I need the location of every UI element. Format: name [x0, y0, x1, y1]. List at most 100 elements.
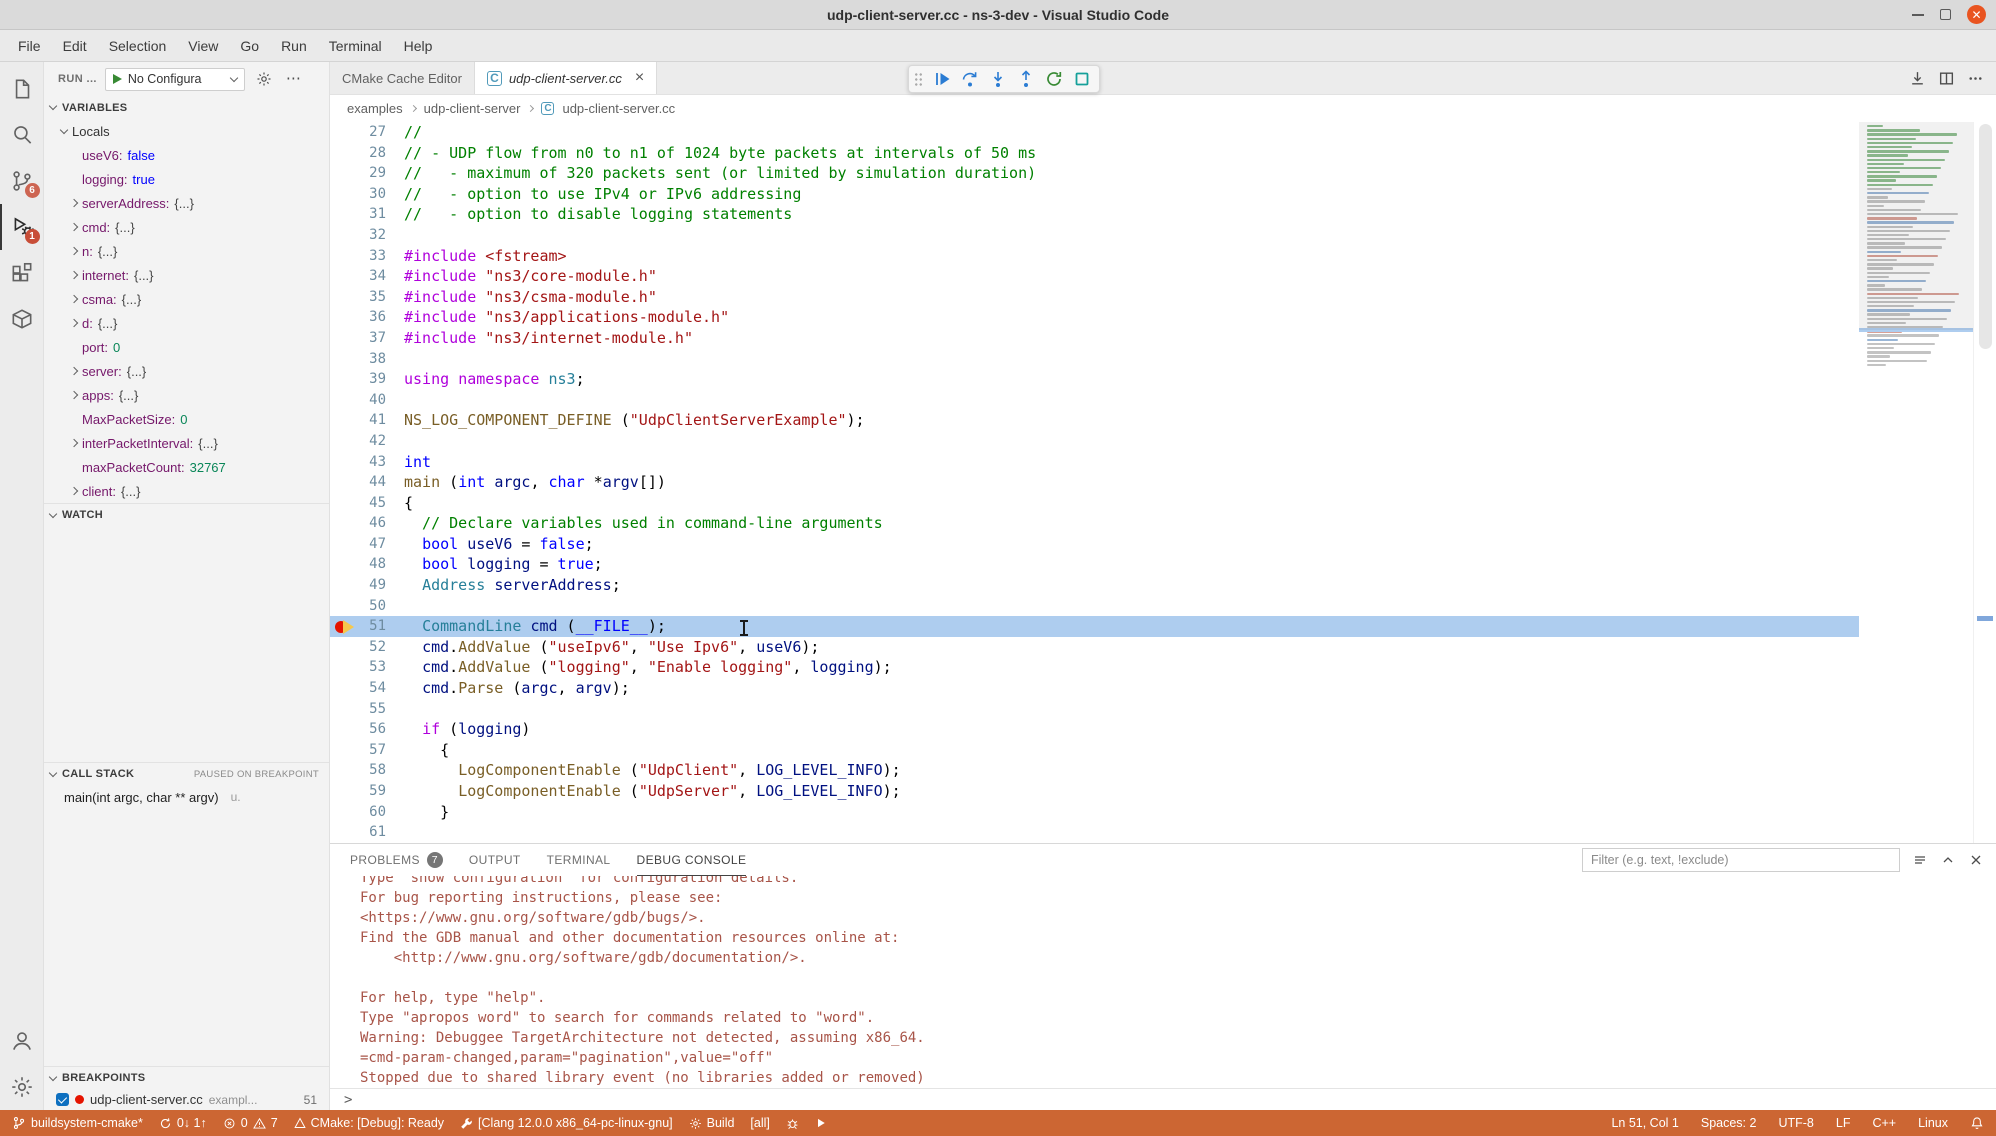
panel-tab-output[interactable]: OUTPUT — [469, 844, 521, 876]
menu-run[interactable]: Run — [271, 33, 317, 59]
code-line-61[interactable]: 61 — [330, 822, 1859, 843]
cmake-debug-button[interactable] — [786, 1117, 799, 1130]
step-over-button[interactable] — [957, 67, 982, 91]
encoding-status[interactable]: UTF-8 — [1778, 1116, 1813, 1130]
cursor-position-status[interactable]: Ln 51, Col 1 — [1611, 1116, 1678, 1130]
code-line-41[interactable]: 41NS_LOG_COMPONENT_DEFINE ("UdpClientSer… — [330, 410, 1859, 431]
close-tab-icon[interactable]: × — [635, 70, 644, 86]
language-mode-status[interactable]: C++ — [1872, 1116, 1896, 1130]
close-panel-icon[interactable] — [1968, 852, 1984, 868]
code-line-45[interactable]: 45{ — [330, 493, 1859, 514]
minimap[interactable] — [1859, 122, 1973, 843]
debug-console-input[interactable]: > — [330, 1088, 1996, 1110]
panel-tab-debug-console[interactable]: DEBUG CONSOLE — [637, 844, 747, 876]
more-actions-icon[interactable] — [1967, 70, 1984, 87]
menu-help[interactable]: Help — [394, 33, 443, 59]
problems-status[interactable]: 0 7 — [223, 1116, 278, 1130]
start-debug-icon[interactable] — [113, 74, 122, 84]
code-line-48[interactable]: 48 bool logging = true; — [330, 554, 1859, 575]
code-line-51[interactable]: 51 CommandLine cmd (__FILE__); — [330, 616, 1859, 637]
eol-status[interactable]: LF — [1836, 1116, 1851, 1130]
variable-row-MaxPacketSize[interactable]: MaxPacketSize:0 — [54, 407, 329, 431]
code-line-59[interactable]: 59 LogComponentEnable ("UdpServer", LOG_… — [330, 781, 1859, 802]
variable-row-maxPacketCount[interactable]: maxPacketCount:32767 — [54, 455, 329, 479]
menu-go[interactable]: Go — [230, 33, 269, 59]
variable-row-port[interactable]: port:0 — [54, 335, 329, 359]
code-line-56[interactable]: 56 if (logging) — [330, 719, 1859, 740]
variable-row-internet[interactable]: internet:{...} — [54, 263, 329, 287]
debug-config-dropdown[interactable]: No Configura — [105, 68, 245, 91]
breadcrumb-item[interactable]: udp-client-server — [424, 101, 521, 116]
git-sync-status[interactable]: 0↓ 1↑ — [159, 1116, 207, 1130]
code-line-50[interactable]: 50 — [330, 596, 1859, 617]
accounts-icon[interactable] — [0, 1018, 44, 1064]
maximize-icon[interactable] — [1940, 9, 1951, 20]
code-line-28[interactable]: 28// - UDP flow from n0 to n1 of 1024 by… — [330, 143, 1859, 164]
debug-console[interactable]: Type "show configuration" for configurat… — [330, 876, 1996, 1088]
variable-row-serverAddress[interactable]: serverAddress:{...} — [54, 191, 329, 215]
menu-edit[interactable]: Edit — [53, 33, 97, 59]
watch-section-header[interactable]: WATCH — [44, 503, 329, 526]
code-line-44[interactable]: 44main (int argc, char *argv[]) — [330, 472, 1859, 493]
code-line-40[interactable]: 40 — [330, 390, 1859, 411]
scrollbar-thumb[interactable] — [1979, 124, 1992, 349]
code-line-54[interactable]: 54 cmd.Parse (argc, argv); — [330, 678, 1859, 699]
code-line-27[interactable]: 27// — [330, 122, 1859, 143]
git-branch-status[interactable]: buildsystem-cmake* — [12, 1116, 143, 1130]
stop-button[interactable] — [1069, 67, 1094, 91]
code-line-36[interactable]: 36#include "ns3/applications-module.h" — [330, 307, 1859, 328]
code-line-30[interactable]: 30// - option to use IPv4 or IPv6 addres… — [330, 184, 1859, 205]
vertical-scrollbar[interactable] — [1973, 122, 1996, 843]
code-line-47[interactable]: 47 bool useV6 = false; — [330, 534, 1859, 555]
panel-tab-terminal[interactable]: TERMINAL — [547, 844, 611, 876]
code-line-57[interactable]: 57 { — [330, 740, 1859, 761]
tab-cmake-cache-editor[interactable]: CMake Cache Editor — [330, 62, 475, 94]
indentation-status[interactable]: Spaces: 2 — [1701, 1116, 1757, 1130]
code-line-58[interactable]: 58 LogComponentEnable ("UdpClient", LOG_… — [330, 760, 1859, 781]
menu-file[interactable]: File — [8, 33, 51, 59]
variable-row-apps[interactable]: apps:{...} — [54, 383, 329, 407]
variable-row-csma[interactable]: csma:{...} — [54, 287, 329, 311]
variable-row-interPacketInterval[interactable]: interPacketInterval:{...} — [54, 431, 329, 455]
step-into-button[interactable] — [985, 67, 1010, 91]
code-line-60[interactable]: 60 } — [330, 802, 1859, 823]
download-icon[interactable] — [1909, 70, 1926, 87]
code-line-46[interactable]: 46 // Declare variables used in command-… — [330, 513, 1859, 534]
cmake-kit-status[interactable]: [Clang 12.0.0 x86_64-pc-linux-gnu] — [460, 1116, 673, 1130]
extensions-icon[interactable] — [0, 250, 44, 296]
tab-udp-client-server[interactable]: C udp-client-server.cc × — [475, 62, 657, 94]
code-line-55[interactable]: 55 — [330, 699, 1859, 720]
breadcrumb-item[interactable]: udp-client-server.cc — [562, 101, 675, 116]
cmake-status[interactable]: CMake: [Debug]: Ready — [294, 1116, 444, 1130]
maximize-panel-icon[interactable] — [1940, 852, 1956, 868]
code-line-35[interactable]: 35#include "ns3/csma-module.h" — [330, 287, 1859, 308]
code-line-52[interactable]: 52 cmd.AddValue ("useIpv6", "Use Ipv6", … — [330, 637, 1859, 658]
code-line-43[interactable]: 43int — [330, 452, 1859, 473]
os-status[interactable]: Linux — [1918, 1116, 1948, 1130]
variables-section-header[interactable]: VARIABLES — [44, 96, 329, 119]
code-line-39[interactable]: 39using namespace ns3; — [330, 369, 1859, 390]
split-editor-icon[interactable] — [1938, 70, 1955, 87]
package-icon[interactable] — [0, 296, 44, 342]
code-line-37[interactable]: 37#include "ns3/internet-module.h" — [330, 328, 1859, 349]
locals-scope-row[interactable]: Locals — [44, 119, 329, 143]
code-line-34[interactable]: 34#include "ns3/core-module.h" — [330, 266, 1859, 287]
code-line-53[interactable]: 53 cmd.AddValue ("logging", "Enable logg… — [330, 657, 1859, 678]
minimap-slider[interactable] — [1859, 122, 1973, 330]
minimize-icon[interactable] — [1912, 14, 1924, 16]
variable-row-useV6[interactable]: useV6:false — [54, 143, 329, 167]
cmake-launch-button[interactable] — [815, 1117, 827, 1129]
views-more-actions-icon[interactable]: ⋯ — [283, 68, 305, 90]
restart-button[interactable] — [1041, 67, 1066, 91]
cmake-build-button[interactable]: Build — [689, 1116, 735, 1130]
close-window-button[interactable]: ✕ — [1967, 5, 1986, 24]
panel-tab-problems[interactable]: PROBLEMS7 — [350, 844, 443, 876]
variable-row-d[interactable]: d:{...} — [54, 311, 329, 335]
variable-row-logging[interactable]: logging:true — [54, 167, 329, 191]
code-line-49[interactable]: 49 Address serverAddress; — [330, 575, 1859, 596]
code-line-38[interactable]: 38 — [330, 349, 1859, 370]
code-line-32[interactable]: 32 — [330, 225, 1859, 246]
launch-config-gear-icon[interactable] — [253, 68, 275, 90]
toolbar-drag-handle[interactable] — [914, 72, 923, 87]
variable-row-server[interactable]: server:{...} — [54, 359, 329, 383]
